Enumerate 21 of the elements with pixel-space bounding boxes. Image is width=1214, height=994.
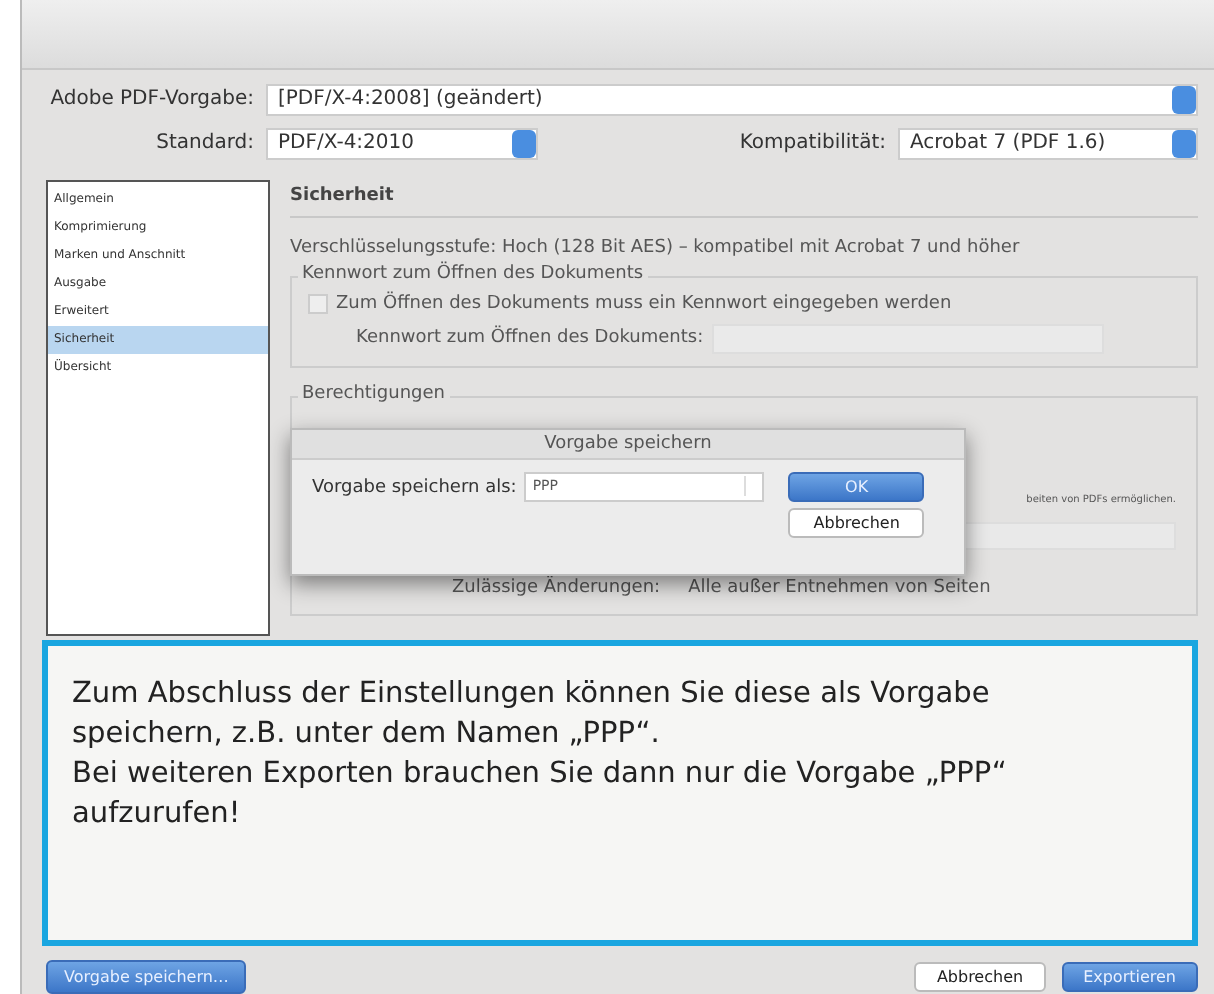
footer-button[interactable]: Abbrechen [914, 962, 1046, 992]
checkbox[interactable] [308, 293, 328, 314]
standard-dropdown[interactable]: PDF/X-4:2010 [266, 127, 538, 160]
password-label: Kennwort zum Öffnen des Dokuments: [356, 328, 704, 349]
callout-text: Bei weiteren Exporten brauchen Sie dann nur die Vorgabe „PPP“ aufzurufen! [72, 756, 1009, 835]
callout-text: Zum Abschluss der Einstellungen können Sie diese als Vorgabe speichern, z.B. unter dem Namen „PPP“. [72, 676, 992, 755]
preset-label: Adobe PDF-Vorgabe: [48, 88, 254, 111]
compatibility-dropdown[interactable]: Acrobat 7 (PDF 1.6) [898, 127, 1198, 160]
encryption-text: Verschlüsselungsstufe: Hoch (128 Bit AES) – kompatibel mit Acrobat 7 und höher [290, 237, 1022, 258]
preset-name-label: Vorgabe speichern als: [312, 477, 517, 498]
group-legend: Kennwort zum Öffnen des Dokuments [298, 263, 648, 284]
checkbox-label: Zum Öffnen des Dokuments muss ein Kennwort eingegeben werden [336, 293, 952, 314]
changes-label: Zulässige Änderungen: [452, 577, 661, 598]
standard-label: Standard: [154, 132, 254, 155]
preset-dropdown[interactable]: [PDF/X-4:2008] (geändert) [266, 83, 1198, 116]
changes-dropdown[interactable]: Alle außer Entnehmen von Seiten [688, 577, 1049, 598]
section-title: Sicherheit [290, 179, 1198, 218]
dialog-title: Vorgabe speichern [292, 429, 964, 460]
dialog-button[interactable]: Abbrechen [788, 507, 925, 538]
group-legend: Berechtigungen [298, 383, 450, 404]
compatibility-label: Kompatibilität: [739, 132, 886, 155]
